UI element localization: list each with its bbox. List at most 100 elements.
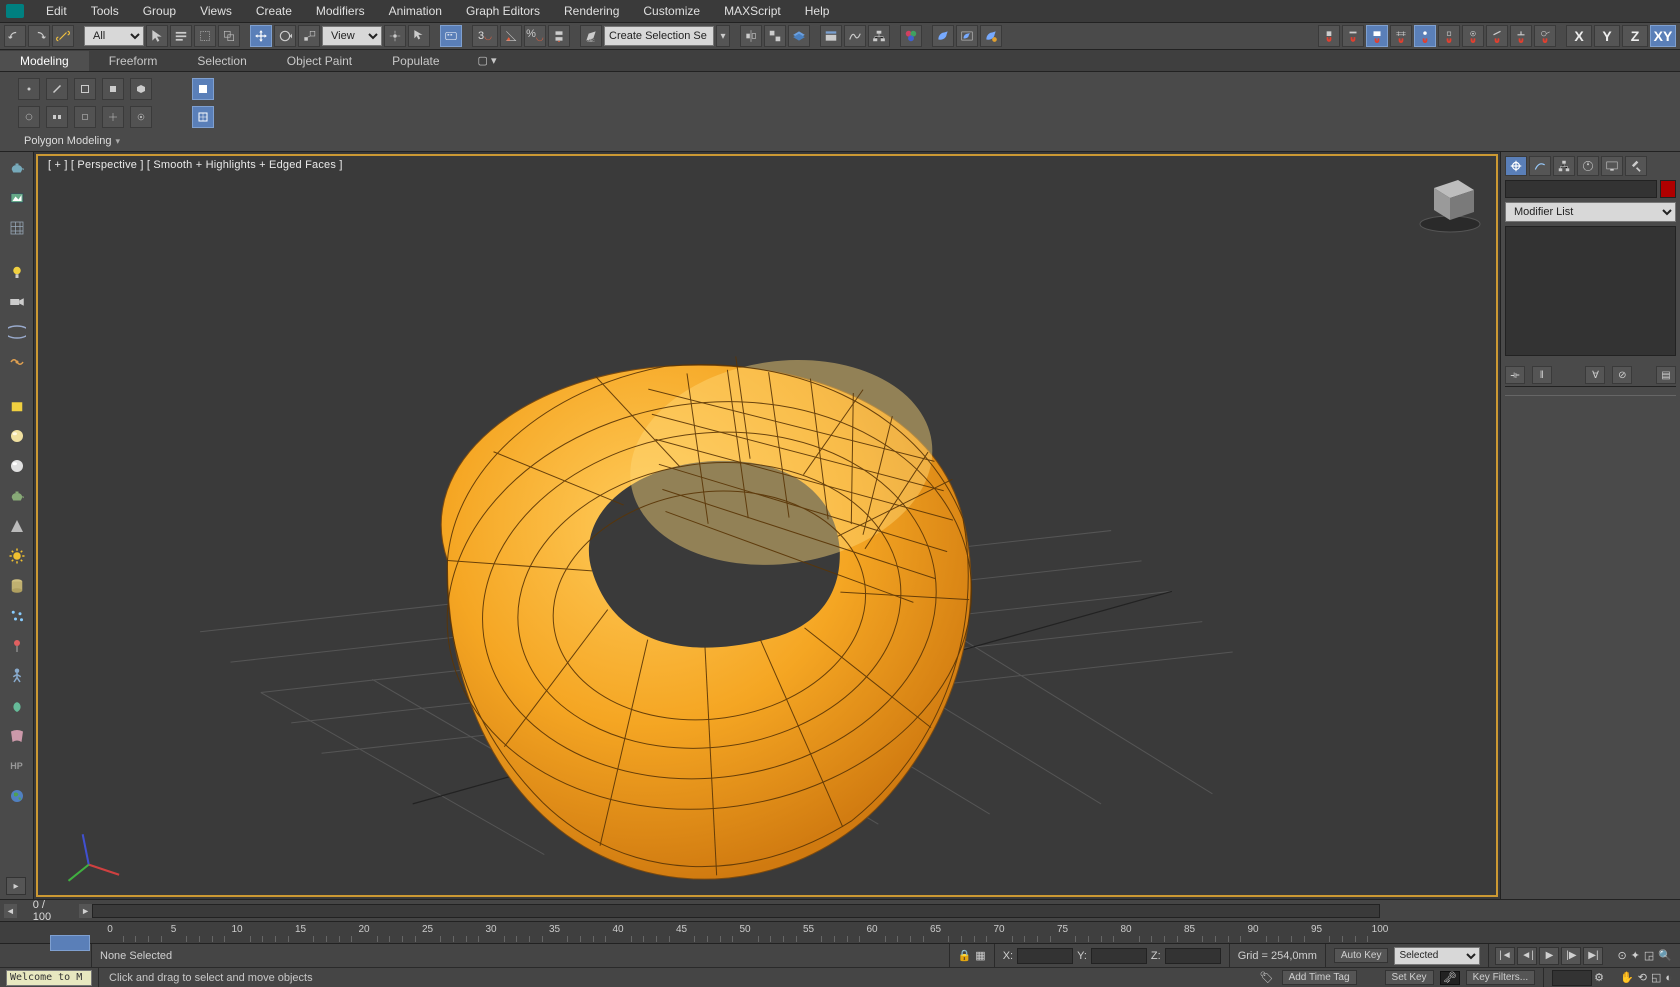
goto-end-button[interactable]: ▶|	[1583, 947, 1603, 965]
sphere-icon[interactable]	[5, 424, 29, 448]
ribbon-detach-button[interactable]	[74, 106, 96, 128]
cylinder-icon[interactable]	[5, 574, 29, 598]
menu-animation[interactable]: Animation	[377, 1, 454, 21]
tag-icon[interactable]: 🏷	[1260, 971, 1274, 984]
object-color-swatch[interactable]	[1660, 180, 1676, 198]
maxscript-listener[interactable]	[6, 970, 92, 986]
align-button[interactable]	[764, 25, 786, 47]
object-name-input[interactable]	[1505, 180, 1657, 198]
ribbon-slice-button[interactable]	[102, 106, 124, 128]
remove-modifier-button[interactable]: ⊘	[1612, 366, 1632, 384]
material-editor-button[interactable]	[900, 25, 922, 47]
palette-expand-button[interactable]: ▸	[6, 877, 26, 895]
x-coord-input[interactable]	[1017, 948, 1073, 964]
lock-icon[interactable]: 🔒	[958, 949, 972, 962]
d3-button[interactable]: ✦	[1631, 949, 1640, 962]
time-slider[interactable]	[50, 935, 90, 951]
camera-icon[interactable]	[5, 290, 29, 314]
viewport-canvas[interactable]	[38, 156, 1496, 895]
zoom-button[interactable]: 🔍	[1658, 949, 1672, 962]
named-selection-dropdown-arrow[interactable]: ▾	[716, 25, 730, 47]
pin-stack-button[interactable]: ⟛	[1505, 366, 1525, 384]
snap-edge-button[interactable]	[1342, 25, 1364, 47]
key-mode-select[interactable]: Selected	[1394, 947, 1480, 965]
tab-populate[interactable]: Populate	[372, 51, 459, 71]
ribbon-attach-button[interactable]	[46, 106, 68, 128]
tab-selection[interactable]: Selection	[177, 51, 266, 71]
modify-tab-icon[interactable]	[1529, 156, 1551, 176]
teapot-icon[interactable]	[5, 156, 29, 180]
mirror-button[interactable]	[740, 25, 762, 47]
ribbon-group-label[interactable]: Polygon Modeling	[24, 135, 120, 147]
menu-tools[interactable]: Tools	[79, 1, 131, 21]
current-frame-input[interactable]	[1552, 970, 1592, 986]
cone-icon[interactable]	[5, 514, 29, 538]
menu-maxscript[interactable]: MAXScript	[712, 1, 793, 21]
timeline-prev-button[interactable]: ◄	[4, 904, 17, 918]
utilities-tab-icon[interactable]	[1625, 156, 1647, 176]
menu-rendering[interactable]: Rendering	[552, 1, 631, 21]
axis-x-button[interactable]: X	[1566, 25, 1592, 47]
orbit-button[interactable]: ⟲	[1638, 971, 1647, 984]
angle-snap-button[interactable]	[500, 25, 522, 47]
app-icon[interactable]	[6, 4, 24, 18]
menu-modifiers[interactable]: Modifiers	[304, 1, 377, 21]
keyboard-shortcut-toggle[interactable]	[440, 25, 462, 47]
modifier-list-dropdown[interactable]: Modifier List	[1505, 202, 1676, 222]
axis-xy-button[interactable]: XY	[1650, 25, 1676, 47]
snap-perp-button[interactable]	[1510, 25, 1532, 47]
edit-named-selection-button[interactable]: ABC	[580, 25, 602, 47]
rectangle-select-button[interactable]	[194, 25, 216, 47]
viewcube[interactable]	[1410, 162, 1490, 242]
hierarchy-tab-icon[interactable]	[1553, 156, 1575, 176]
toggle-ribbon-button[interactable]	[820, 25, 842, 47]
menu-graph-editors[interactable]: Graph Editors	[454, 1, 552, 21]
snap-midpoint-button[interactable]	[1414, 25, 1436, 47]
dynamics-icon[interactable]	[5, 634, 29, 658]
fov-button[interactable]: ◐	[1665, 972, 1672, 984]
ribbon-border-button[interactable]	[74, 78, 96, 100]
hair-icon[interactable]	[5, 694, 29, 718]
spinner-snap-button[interactable]	[548, 25, 570, 47]
display-tab-icon[interactable]	[1601, 156, 1623, 176]
render-setup-button[interactable]	[932, 25, 954, 47]
viewport[interactable]: [ + ] [ Perspective ] [ Smooth + Highlig…	[36, 154, 1498, 897]
window-crossing-button[interactable]	[218, 25, 240, 47]
menu-edit[interactable]: Edit	[34, 1, 79, 21]
timeline-ruler[interactable]: 0510152025303540455055606570758085909510…	[110, 922, 1380, 944]
redo-button[interactable]	[28, 25, 50, 47]
tab-modeling[interactable]: Modeling	[0, 51, 89, 71]
schematic-view-button[interactable]	[868, 25, 890, 47]
select-object-button[interactable]	[146, 25, 168, 47]
select-by-name-button[interactable]	[170, 25, 192, 47]
snap-toggle-button[interactable]: 3◡	[472, 25, 498, 47]
tab-freeform[interactable]: Freeform	[89, 51, 178, 71]
autokey-button[interactable]: Auto Key	[1334, 948, 1389, 963]
key-filters-button[interactable]: Key Filters...	[1466, 970, 1536, 985]
transform-type-in-icon[interactable]: ▦	[975, 949, 985, 962]
select-and-scale-button[interactable]	[298, 25, 320, 47]
axis-y-button[interactable]: Y	[1594, 25, 1620, 47]
y-coord-input[interactable]	[1091, 948, 1147, 964]
ribbon-collapse-button[interactable]	[18, 106, 40, 128]
select-and-rotate-button[interactable]	[274, 25, 296, 47]
zoom-extents-button[interactable]: ◲	[1644, 949, 1654, 962]
ribbon-element-button[interactable]	[130, 78, 152, 100]
menu-create[interactable]: Create	[244, 1, 304, 21]
use-pivot-center-button[interactable]	[384, 25, 406, 47]
menu-customize[interactable]: Customize	[631, 1, 712, 21]
undo-button[interactable]	[4, 25, 26, 47]
light-icon[interactable]	[5, 260, 29, 284]
menu-views[interactable]: Views	[188, 1, 244, 21]
select-and-move-button[interactable]	[250, 25, 272, 47]
select-and-manipulate-button[interactable]	[408, 25, 430, 47]
play-button[interactable]: ▶	[1539, 947, 1559, 965]
ribbon-constraint-button[interactable]	[192, 106, 214, 128]
ribbon-edge-button[interactable]	[46, 78, 68, 100]
particles-icon[interactable]	[5, 604, 29, 628]
maximize-viewport-button[interactable]: ◱	[1651, 971, 1661, 984]
earth-icon[interactable]	[5, 784, 29, 808]
image-plane-icon[interactable]	[5, 186, 29, 210]
ribbon-vertex-button[interactable]	[18, 78, 40, 100]
prev-frame-button[interactable]: ◄|	[1517, 947, 1537, 965]
